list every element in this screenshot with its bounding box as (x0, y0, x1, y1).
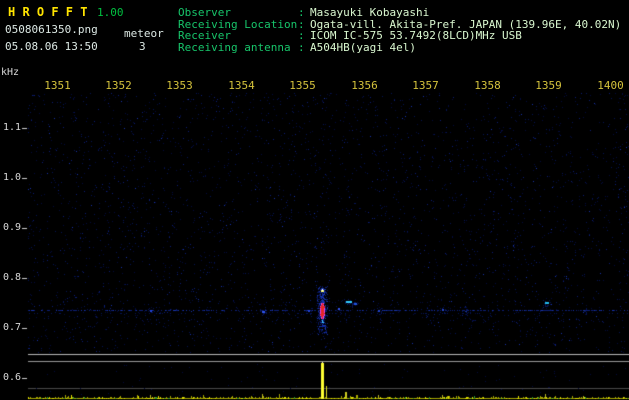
info-label: Receiving antenna (178, 41, 291, 53)
app-title: H R O F F T (8, 5, 88, 19)
station-info: Observer: Masayuki Kobayashi Receiving Loc… (178, 7, 621, 53)
info-label: Receiver (178, 30, 231, 42)
info-colon: : (298, 6, 305, 19)
time-tick-label: 1354 (228, 79, 255, 92)
time-tick-label: 1400 (597, 79, 624, 92)
info-label: Observer (178, 7, 231, 19)
mode-label: meteor (124, 27, 164, 40)
spectrogram-canvas (0, 0, 629, 400)
time-tick-label: 1353 (166, 79, 193, 92)
freq-tick-label: 1.0 (2, 172, 21, 183)
info-value: Masayuki Kobayashi (310, 6, 430, 19)
freq-tick-label: 0.7 (2, 322, 21, 333)
output-filename: 0508061350.png (5, 23, 98, 36)
time-tick-label: 1352 (105, 79, 132, 92)
time-tick-label: 1355 (289, 79, 316, 92)
info-value: A504HB(yagi 4el) (310, 40, 416, 54)
station-info-row: Receiving antenna: A504HB(yagi 4el) (178, 42, 621, 54)
hrofft-screen: H R O F F T 1.00 0508061350.png meteor 0… (0, 0, 629, 400)
time-tick-label: 1356 (351, 79, 378, 92)
info-value: ICOM IC-575 53.7492(8LCD)MHz USB (310, 29, 522, 42)
echo-count: 3 (139, 40, 146, 53)
info-label: Receiving Location (178, 18, 298, 30)
capture-datetime: 05.08.06 13:50 (5, 40, 98, 53)
freq-tick-label: 0.8 (2, 272, 21, 283)
freq-axis-unit-label: kHz (1, 67, 20, 78)
station-info-row: Receiver: ICOM IC-575 53.7492(8LCD)MHz US… (178, 30, 621, 42)
freq-tick-label: 1.1 (2, 122, 21, 133)
info-colon: : (298, 29, 305, 42)
time-tick-label: 1359 (535, 79, 562, 92)
time-tick-label: 1358 (474, 79, 501, 92)
time-tick-label: 1351 (44, 79, 71, 92)
info-colon: : (298, 40, 305, 54)
station-info-row: Observer: Masayuki Kobayashi (178, 7, 621, 19)
app-version: 1.00 (97, 6, 124, 19)
freq-tick-label: 0.9 (2, 222, 21, 233)
time-tick-label: 1357 (412, 79, 439, 92)
freq-tick-label: 0.6 (2, 372, 21, 383)
